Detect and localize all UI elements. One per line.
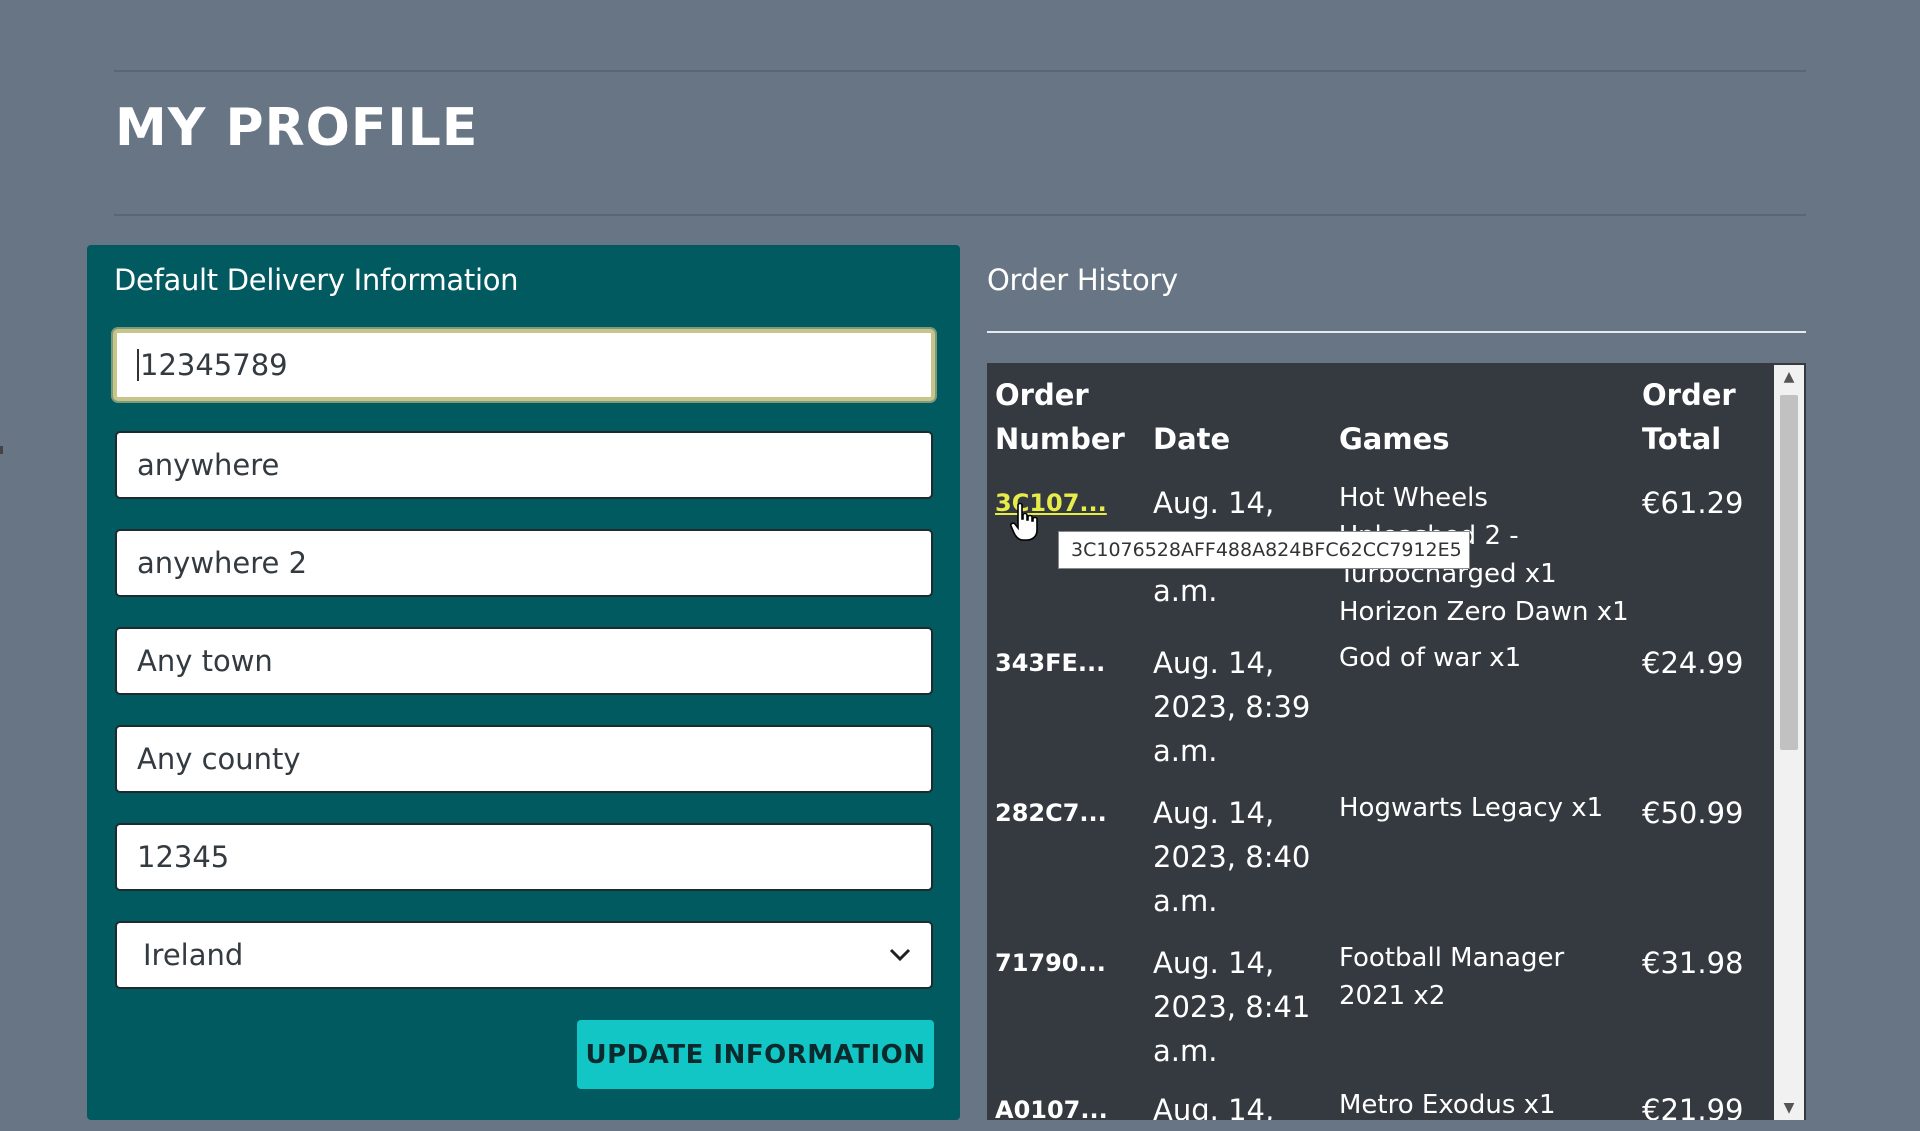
delivery-panel: Default Delivery Information 12345789 an… — [87, 245, 960, 1120]
table-row-total: €31.98 — [1642, 946, 1744, 980]
header-order-total-line1: Order — [1642, 378, 1736, 412]
street-address-2-field[interactable]: anywhere 2 — [115, 529, 933, 597]
triangle-down-icon[interactable]: ▼ — [1774, 1096, 1804, 1120]
table-row-order-number[interactable]: 71790... — [995, 941, 1106, 985]
scrollbar-thumb[interactable] — [1780, 395, 1798, 750]
town-field[interactable]: Any town — [115, 627, 933, 695]
country-value: Ireland — [143, 938, 244, 972]
header-date: Date — [1153, 422, 1231, 456]
phone-value: 12345789 — [140, 348, 288, 382]
chevron-down-icon — [889, 948, 911, 962]
triangle-up-icon[interactable]: ▲ — [1774, 365, 1804, 389]
table-row-total: €24.99 — [1642, 646, 1744, 680]
order-number-tooltip: 3C1076528AFF488A824BFC62CC7912E5 — [1058, 531, 1470, 569]
table-row-total: €50.99 — [1642, 796, 1744, 830]
table-row-order-number[interactable]: 343FE... — [995, 641, 1105, 685]
delivery-heading: Default Delivery Information — [114, 263, 519, 297]
header-order-number-line2: Number — [995, 422, 1125, 456]
country-select[interactable]: Ireland — [115, 921, 933, 989]
postcode-value: 12345 — [137, 840, 230, 874]
table-row-date: Aug. 14, 2023, 8:40 a.m. — [1153, 796, 1311, 918]
update-information-button[interactable]: UPDATE INFORMATION — [577, 1020, 934, 1089]
header-order-total: Order Total — [1642, 373, 1736, 461]
order-history-heading: Order History — [987, 263, 1178, 297]
header-order-number: Order Number — [995, 373, 1125, 461]
table-row-games: Metro Exodus x1 — [1339, 1090, 1556, 1120]
header-order-total-line2: Total — [1642, 422, 1722, 456]
town-value: Any town — [137, 644, 273, 678]
table-row-games: Football Manager 2021 x2 — [1339, 943, 1565, 1011]
phone-field[interactable]: 12345789 — [113, 329, 935, 401]
county-value: Any county — [137, 742, 301, 776]
table-row-date: Aug. 14, 2023, 8:39 a.m. — [1153, 646, 1311, 768]
table-row-date: Aug. 14, — [1153, 1093, 1275, 1120]
order-history-scrollbar[interactable]: ▲ ▼ — [1774, 365, 1804, 1120]
header-order-number-line1: Order — [995, 378, 1089, 412]
order-history-table: Order Number Date Games Order Total 3C10… — [987, 363, 1806, 1120]
table-row-total: €61.29 — [1642, 486, 1744, 520]
table-row-total: €21.99 — [1642, 1093, 1744, 1120]
table-row-games: Hogwarts Legacy x1 — [1339, 793, 1604, 823]
text-caret — [137, 349, 139, 381]
header-games: Games — [1339, 422, 1450, 456]
street-address-2-value: anywhere 2 — [137, 546, 308, 580]
title-divider — [114, 214, 1806, 216]
hand-pointer-icon — [1010, 502, 1038, 541]
page-title: MY PROFILE — [115, 98, 479, 158]
table-row-order-number[interactable]: 282C7... — [995, 791, 1107, 835]
edge-mark — [0, 446, 3, 454]
table-row-games: God of war x1 — [1339, 643, 1522, 673]
street-address-1-value: anywhere — [137, 448, 280, 482]
top-divider — [114, 70, 1806, 72]
county-field[interactable]: Any county — [115, 725, 933, 793]
postcode-field[interactable]: 12345 — [115, 823, 933, 891]
table-row-date: Aug. 14, 2023, 8:41 a.m. — [1153, 946, 1311, 1068]
order-history-divider — [987, 331, 1806, 333]
street-address-1-field[interactable]: anywhere — [115, 431, 933, 499]
table-row-order-number[interactable]: A0107... — [995, 1088, 1108, 1120]
